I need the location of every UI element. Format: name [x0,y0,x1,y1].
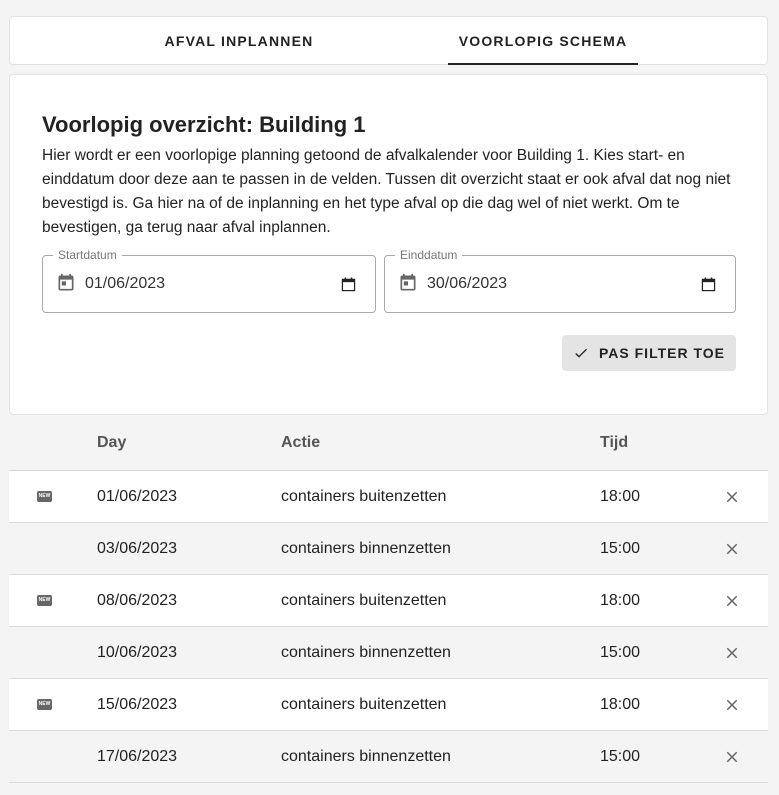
new-badge-icon: NEW [37,595,52,606]
delete-icon[interactable] [723,488,741,506]
new-badge-icon: NEW [37,491,52,502]
row-day: 15/06/2023 [97,696,178,713]
check-icon [575,348,587,358]
row-day: 03/06/2023 [97,540,178,557]
row-action: containers buitenzetten [281,696,447,713]
date-picker-icon[interactable] [701,277,716,292]
start-date-value: 01/06/2023 [85,275,166,292]
delete-icon[interactable] [723,644,741,662]
delete-icon[interactable] [723,748,741,766]
row-day: 01/06/2023 [97,488,178,505]
row-day: 08/06/2023 [97,592,178,609]
column-header-day: Day [97,434,127,451]
start-date-label: Startdatum [53,247,122,263]
delete-icon[interactable] [723,696,741,714]
table-row: 03/06/2023 containers binnenzetten 15:00 [9,523,768,575]
column-header-time: Tijd [600,434,629,451]
tab-afval-inplannen[interactable]: AFVAL INPLANNEN [144,17,334,65]
end-date-value: 30/06/2023 [427,275,508,292]
row-action: containers binnenzetten [281,540,451,557]
row-day: 10/06/2023 [97,644,178,661]
page-title: Voorlopig overzicht: Building 1 [42,112,366,137]
end-date-field[interactable]: Einddatum 30/06/2023 [384,247,736,313]
table-row: 17/06/2023 containers binnenzetten 15:00 [9,731,768,783]
delete-icon[interactable] [723,540,741,558]
page-description: Hier wordt er een voorlopige planning ge… [42,147,731,236]
row-action: containers binnenzetten [281,644,451,661]
row-action: containers buitenzetten [281,488,447,505]
row-action: containers binnenzetten [281,748,451,765]
overview-card: Voorlopig overzicht: Building 1 Hier wor… [9,74,768,415]
delete-icon[interactable] [723,592,741,610]
row-time: 18:00 [600,488,641,505]
row-time: 18:00 [600,592,641,609]
row-action: containers buitenzetten [281,592,447,609]
row-time: 15:00 [600,748,641,765]
apply-filter-label: PAS FILTER TOE [598,345,725,361]
start-date-field[interactable]: Startdatum 01/06/2023 [42,247,376,313]
table-row: NEW 15/06/2023 containers buitenzetten 1… [9,679,768,731]
new-badge-icon: NEW [37,699,52,710]
calendar-icon [400,273,416,291]
row-day: 17/06/2023 [97,748,178,765]
row-time: 18:00 [600,696,641,713]
apply-filter-button[interactable]: PAS FILTER TOE [562,335,736,371]
calendar-icon [58,273,74,291]
date-picker-icon[interactable] [341,277,356,292]
table-row: NEW 08/06/2023 containers buitenzetten 1… [9,575,768,627]
tab-voorlopig-schema[interactable]: VOORLOPIG SCHEMA [448,17,638,65]
table-header: Day Actie Tijd [9,420,768,471]
table-row: NEW 01/06/2023 containers buitenzetten 1… [9,471,768,523]
end-date-label: Einddatum [395,247,463,263]
row-time: 15:00 [600,644,641,661]
column-header-action: Actie [281,434,321,451]
tab-bar: AFVAL INPLANNEN VOORLOPIG SCHEMA [9,16,768,65]
row-time: 15:00 [600,540,641,557]
table-row: 10/06/2023 containers binnenzetten 15:00 [9,627,768,679]
